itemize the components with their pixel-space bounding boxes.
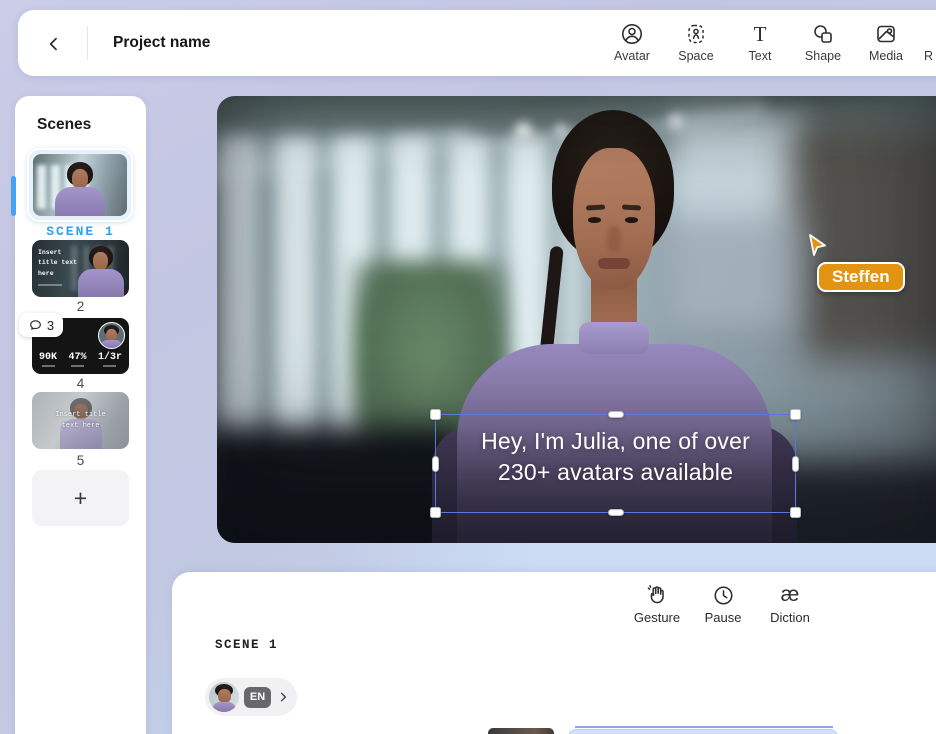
space-icon bbox=[666, 21, 726, 47]
tool-label: Avatar bbox=[614, 49, 650, 63]
tool-label: Media bbox=[868, 49, 904, 63]
avatar-language-pill[interactable]: EN bbox=[205, 678, 297, 716]
chevron-right-icon[interactable] bbox=[276, 690, 290, 704]
diction-label: Diction bbox=[770, 610, 810, 625]
diction-button[interactable]: æ Diction bbox=[757, 582, 823, 625]
stat-item: 1/3r bbox=[98, 352, 122, 367]
scene-2-label: 2 bbox=[76, 299, 85, 314]
avatar-face bbox=[72, 169, 88, 189]
avatar-photo bbox=[209, 682, 239, 712]
topbar-divider bbox=[87, 26, 88, 60]
editor-scene-label: SCENE 1 bbox=[215, 638, 279, 652]
thumb-title-text: Insert title text here bbox=[55, 411, 106, 430]
pause-button[interactable]: Pause bbox=[690, 582, 756, 625]
stats-row: 90K 47% 1/3r bbox=[32, 352, 129, 367]
scene-4-label: 5 bbox=[76, 453, 85, 468]
tool-media[interactable]: Media bbox=[856, 21, 916, 63]
selection-handle-e[interactable] bbox=[792, 455, 799, 472]
top-toolbar: Project name Avatar Space T Text Shape M… bbox=[18, 10, 936, 76]
stat-item: 90K bbox=[39, 352, 57, 367]
stats-avatar bbox=[98, 322, 125, 349]
avatar-face bbox=[93, 252, 108, 270]
tool-label: R bbox=[924, 49, 934, 63]
avatar-body bbox=[55, 187, 105, 216]
shape-icon bbox=[793, 21, 853, 47]
scene-thumbnail-4[interactable]: Insert title text here bbox=[32, 392, 129, 449]
tool-partial[interactable]: R bbox=[916, 21, 936, 63]
collaborator-cursor: Steffen bbox=[805, 232, 905, 292]
tool-space[interactable]: Space bbox=[666, 21, 726, 63]
language-badge[interactable]: EN bbox=[244, 686, 271, 708]
tool-text[interactable]: T Text bbox=[730, 21, 790, 64]
stat-value: 1/3r bbox=[97, 352, 122, 363]
stat-value: 47% bbox=[68, 352, 87, 363]
selection-handle-se[interactable] bbox=[790, 507, 801, 518]
thumb-title-text: Insert title text here bbox=[38, 249, 78, 277]
tool-label: Shape bbox=[804, 49, 842, 63]
avatar-icon bbox=[602, 21, 662, 47]
plus-icon: + bbox=[73, 484, 88, 511]
selection-handle-sw[interactable] bbox=[430, 507, 441, 518]
comment-highlight-pill[interactable] bbox=[568, 729, 838, 734]
app-window: Project name Avatar Space T Text Shape M… bbox=[0, 0, 936, 734]
tool-label: Space bbox=[678, 49, 714, 63]
comment-badge[interactable]: 3 bbox=[19, 313, 63, 337]
script-inline-image-fragment bbox=[488, 728, 554, 734]
tool-shape[interactable]: Shape bbox=[793, 21, 853, 63]
avatar-body bbox=[101, 340, 122, 348]
collaborator-name-badge: Steffen bbox=[817, 262, 905, 292]
avatar-face bbox=[217, 689, 231, 703]
pause-label: Pause bbox=[704, 610, 742, 625]
add-scene-button[interactable]: + bbox=[32, 470, 129, 526]
stat-caption-bar bbox=[70, 365, 84, 367]
selection-handle-s[interactable] bbox=[607, 509, 624, 516]
script-editor-panel: Gesture Pause æ Diction SCENE 1 EN bbox=[172, 572, 936, 734]
pause-clock-icon bbox=[690, 582, 756, 608]
text-icon: T bbox=[753, 21, 767, 46]
tool-avatar[interactable]: Avatar bbox=[602, 21, 662, 63]
comment-icon bbox=[28, 318, 43, 333]
gesture-button[interactable]: Gesture bbox=[624, 582, 690, 625]
scenes-heading: Scenes bbox=[37, 116, 92, 133]
selection-handle-ne[interactable] bbox=[790, 409, 801, 420]
comment-count: 3 bbox=[46, 317, 55, 333]
selection-handle-w[interactable] bbox=[432, 455, 439, 472]
chevron-left-icon bbox=[44, 34, 64, 54]
stat-item: 47% bbox=[68, 352, 87, 367]
avatar-body bbox=[78, 269, 124, 297]
stat-caption-bar bbox=[41, 365, 55, 367]
selection-handle-n[interactable] bbox=[607, 411, 624, 418]
scene-3-label: 4 bbox=[76, 376, 85, 391]
cursor-arrow-icon bbox=[805, 232, 831, 260]
stat-value: 90K bbox=[39, 352, 58, 363]
project-title[interactable]: Project name bbox=[113, 34, 210, 52]
caption-line-2: 230+ avatars available bbox=[497, 459, 734, 485]
scenes-sidebar: Scenes SCENE 1 Insert title text here 2 bbox=[11, 96, 146, 734]
diction-icon: æ bbox=[780, 583, 800, 606]
video-canvas[interactable]: Hey, I'm Julia, one of over 230+ avatars… bbox=[217, 96, 936, 543]
comment-highlight-underline bbox=[575, 726, 833, 728]
scene-1-preview bbox=[33, 154, 127, 216]
back-button[interactable] bbox=[40, 30, 68, 58]
gesture-label: Gesture bbox=[633, 610, 681, 625]
stat-caption-bar bbox=[103, 365, 117, 367]
media-icon bbox=[856, 21, 916, 47]
caption-text-element[interactable]: Hey, I'm Julia, one of over 230+ avatars… bbox=[430, 409, 801, 518]
thumb-subtext-bar bbox=[38, 284, 62, 286]
tool-label: Text bbox=[748, 49, 772, 63]
scene-1-label: SCENE 1 bbox=[46, 224, 115, 239]
selected-scene-indicator bbox=[11, 176, 16, 216]
scene-thumbnail-1[interactable] bbox=[27, 148, 133, 222]
selection-handle-nw[interactable] bbox=[430, 409, 441, 420]
gesture-icon bbox=[624, 582, 690, 608]
caption-line-1: Hey, I'm Julia, one of over bbox=[481, 428, 750, 454]
avatar-body bbox=[212, 702, 236, 712]
scene-thumbnail-2[interactable]: Insert title text here bbox=[32, 240, 129, 297]
